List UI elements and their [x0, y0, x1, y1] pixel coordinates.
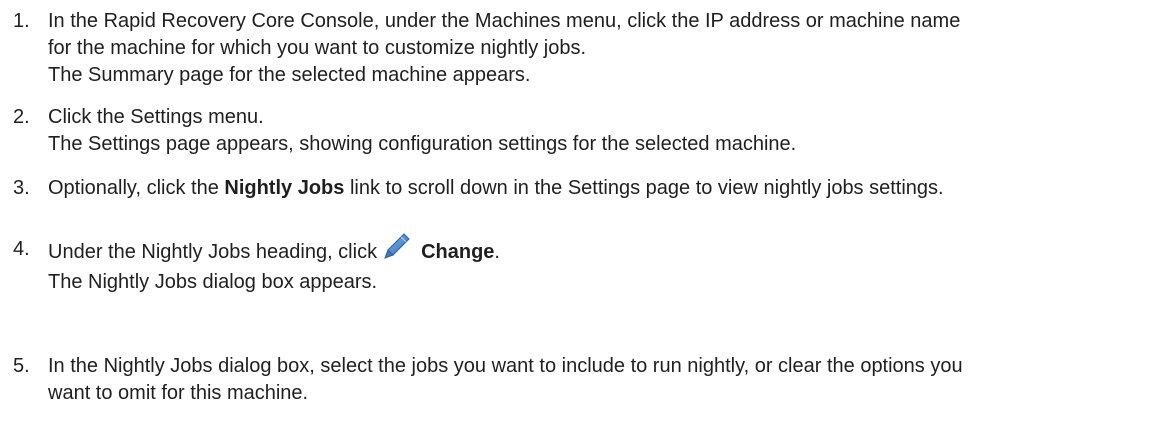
step-1: 1. In the Rapid Recovery Core Console, u… — [13, 8, 1155, 89]
step-result: The Settings page appears, showing confi… — [48, 133, 797, 155]
step-text-pre: Optionally, click the — [48, 177, 225, 199]
step-number: 1. — [13, 10, 30, 32]
step-5: 5. In the Nightly Jobs dialog box, selec… — [13, 353, 1155, 407]
step-number: 4. — [13, 238, 30, 260]
step-result: The Nightly Jobs dialog box appears. — [48, 271, 378, 293]
step-result: The Summary page for the selected machin… — [48, 64, 531, 86]
step-3: 3. Optionally, click the Nightly Jobs li… — [13, 175, 1155, 202]
pencil-icon — [383, 232, 411, 260]
step-body: Click the Settings menu. The Settings pa… — [48, 104, 1155, 158]
step-text-post: link to scroll down in the Settings page… — [344, 177, 944, 199]
step-4: 4. Under the Nightly Jobs heading, click… — [13, 232, 1155, 296]
step-text: In the Nightly Jobs dialog box, select t… — [48, 355, 963, 377]
step-text: Click the Settings menu. — [48, 106, 264, 128]
step-text-pre: Under the Nightly Jobs heading, click — [48, 241, 378, 263]
step-text: Optionally, click the Nightly Jobs link … — [48, 175, 1155, 202]
step-body: In the Rapid Recovery Core Console, unde… — [48, 8, 1155, 89]
step-text-post: . — [494, 241, 500, 263]
step-body: Optionally, click the Nightly Jobs link … — [48, 175, 1155, 202]
step-text: Under the Nightly Jobs heading, click Cha… — [48, 232, 1155, 269]
step-text: In the Rapid Recovery Core Console, unde… — [48, 10, 961, 32]
step-body: Under the Nightly Jobs heading, click Cha… — [48, 232, 1155, 296]
step-number: 5. — [13, 355, 30, 377]
step-number: 3. — [13, 177, 30, 199]
step-body: In the Nightly Jobs dialog box, select t… — [48, 353, 1155, 407]
step-2: 2. Click the Settings menu. The Settings… — [13, 104, 1155, 158]
step-text: for the machine for which you want to cu… — [48, 37, 587, 59]
step-number: 2. — [13, 106, 30, 128]
step-text: want to omit for this machine. — [48, 382, 309, 404]
change-button-label[interactable]: Change — [421, 241, 494, 263]
nightly-jobs-link[interactable]: Nightly Jobs — [224, 177, 344, 199]
